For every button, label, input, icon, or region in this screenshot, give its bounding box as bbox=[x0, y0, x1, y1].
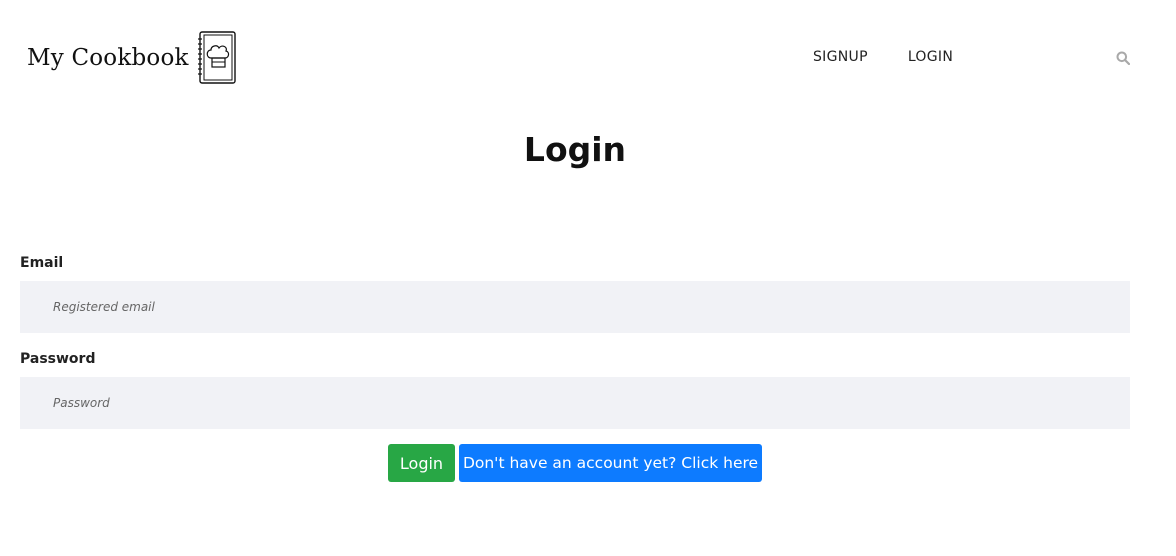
password-label: Password bbox=[20, 351, 96, 367]
nav-login-link[interactable]: LOGIN bbox=[908, 49, 953, 65]
login-button[interactable]: Login bbox=[388, 444, 455, 482]
brand-name: My Cookbook bbox=[27, 45, 189, 71]
main-nav: SIGNUP LOGIN bbox=[813, 49, 953, 65]
login-form: Email Password bbox=[20, 253, 1130, 429]
site-header: My Cookbook SIGNUP LOGIN bbox=[0, 0, 1176, 115]
email-input[interactable] bbox=[20, 281, 1130, 333]
form-actions: Login Don't have an account yet? Click h… bbox=[388, 444, 762, 482]
nav-signup-link[interactable]: SIGNUP bbox=[813, 49, 868, 65]
form-spacer bbox=[20, 333, 1130, 349]
email-label: Email bbox=[20, 255, 64, 271]
page-title: Login bbox=[523, 130, 627, 169]
brand-logo[interactable]: My Cookbook bbox=[27, 31, 237, 85]
signup-link-button[interactable]: Don't have an account yet? Click here bbox=[459, 444, 762, 482]
cookbook-chef-hat-icon bbox=[197, 31, 236, 84]
search-icon[interactable] bbox=[1116, 51, 1130, 65]
password-input[interactable] bbox=[20, 377, 1130, 429]
